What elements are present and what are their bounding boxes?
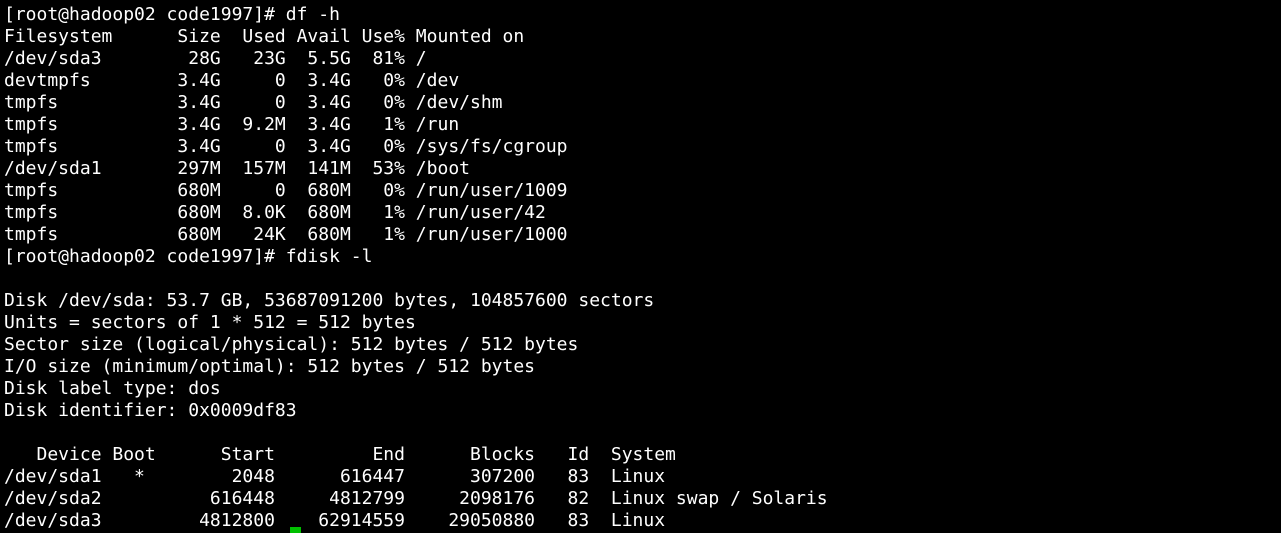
df-row-devtmpfs: devtmpfs 3.4G 0 3.4G 0% /dev: [4, 70, 460, 91]
prompt-line: [root@hadoop02 code1997]# fdisk -l: [4, 246, 373, 267]
text-cursor: [290, 527, 301, 533]
df-row-sda1: /dev/sda1 297M 157M 141M 53% /boot: [4, 158, 470, 179]
units-line: Units = sectors of 1 * 512 = 512 bytes: [4, 312, 416, 333]
df-row-sda3: /dev/sda3 28G 23G 5.5G 81% /: [4, 48, 427, 69]
df-row-tmpfs-user-1009: tmpfs 680M 0 680M 0% /run/user/1009: [4, 180, 568, 201]
terminal-window[interactable]: [root@hadoop02 code1997]# df -h Filesyst…: [4, 4, 1277, 533]
partition-header-row: Device Boot Start End Blocks Id System: [4, 444, 676, 465]
prompt-line: [root@hadoop02 code1997]# df -h: [4, 4, 340, 25]
disk-identifier-line: Disk identifier: 0x0009df83: [4, 400, 297, 421]
io-size-line: I/O size (minimum/optimal): 512 bytes / …: [4, 356, 536, 377]
df-row-tmpfs-run: tmpfs 3.4G 9.2M 3.4G 1% /run: [4, 114, 460, 135]
partition-row-sda1: /dev/sda1 * 2048 616447 307200 83 Linux: [4, 466, 666, 487]
df-row-tmpfs-user-1000: tmpfs 680M 24K 680M 1% /run/user/1000: [4, 224, 568, 245]
partition-row-sda2: /dev/sda2 616448 4812799 2098176 82 Linu…: [4, 488, 828, 509]
df-row-tmpfs-user-42: tmpfs 680M 8.0K 680M 1% /run/user/42: [4, 202, 546, 223]
disk-summary-line: Disk /dev/sda: 53.7 GB, 53687091200 byte…: [4, 290, 655, 311]
sector-size-line: Sector size (logical/physical): 512 byte…: [4, 334, 579, 355]
df-header-row: Filesystem Size Used Avail Use% Mounted …: [4, 26, 525, 47]
partition-row-sda3: /dev/sda3 4812800 62914559 29050880 83 L…: [4, 510, 666, 531]
df-row-tmpfs-shm: tmpfs 3.4G 0 3.4G 0% /dev/shm: [4, 92, 503, 113]
df-row-tmpfs-cgroup: tmpfs 3.4G 0 3.4G 0% /sys/fs/cgroup: [4, 136, 568, 157]
disk-label-line: Disk label type: dos: [4, 378, 221, 399]
